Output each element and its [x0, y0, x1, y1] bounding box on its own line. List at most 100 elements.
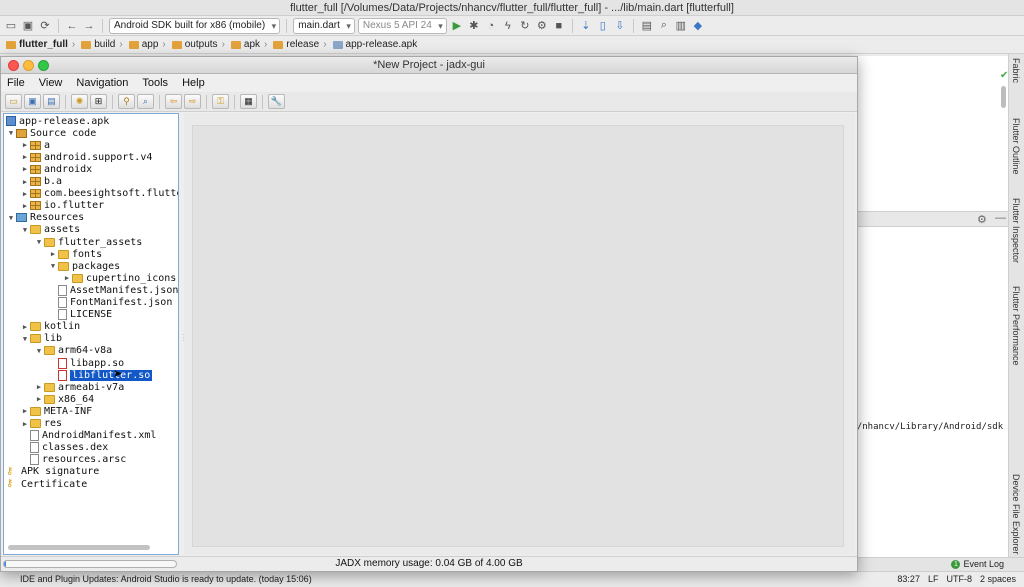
tree-node[interactable]: ▼ assets — [20, 224, 80, 236]
text-search-button[interactable]: ⚲ — [118, 94, 135, 109]
class-search-button[interactable]: ⌕ — [137, 94, 154, 109]
line-separator[interactable]: LF — [928, 572, 939, 587]
expanded-arrow-icon[interactable]: ▼ — [6, 129, 16, 137]
tab-flutter-performance[interactable]: Flutter Performance — [1011, 286, 1021, 366]
tree-node[interactable]: LICENSE — [48, 309, 112, 321]
run-config-selector[interactable]: main.dart — [293, 17, 355, 34]
menu-file[interactable]: File — [7, 77, 25, 89]
back-arrow-icon[interactable]: ← — [65, 19, 79, 33]
tree-node[interactable]: ▶ b.a — [20, 176, 62, 188]
avd-selector[interactable]: Nexus 5 API 24 — [357, 17, 447, 34]
tree-node[interactable]: ▶ x86_64 — [34, 393, 94, 405]
tree-node[interactable]: ▼ lib — [20, 333, 62, 345]
event-log-button[interactable]: 1 Event Log — [951, 559, 1004, 569]
save-all-button[interactable]: ▣ — [24, 94, 41, 109]
window-zoom-button[interactable] — [38, 60, 49, 71]
expanded-arrow-icon[interactable]: ▼ — [34, 238, 44, 246]
tree-node[interactable]: ▶ kotlin — [20, 321, 80, 333]
avd-manager-icon[interactable]: ▯ — [596, 19, 610, 33]
tree-node[interactable]: ▼ Source code — [6, 127, 96, 139]
expanded-arrow-icon[interactable]: ▼ — [6, 214, 16, 222]
deobfuscation-button[interactable]: ⚿ — [212, 94, 229, 109]
export-button[interactable]: ▤ — [43, 94, 60, 109]
tab-flutter-outline[interactable]: Flutter Outline — [1011, 118, 1021, 175]
collapsed-arrow-icon[interactable]: ▶ — [20, 178, 30, 186]
window-minimize-button[interactable] — [23, 60, 34, 71]
tree-node[interactable]: ▶ res — [20, 418, 62, 430]
collapsed-arrow-icon[interactable]: ▶ — [20, 420, 30, 428]
forward-button[interactable]: ⇨ — [184, 94, 201, 109]
tree-node[interactable]: AssetManifest.json — [48, 284, 178, 296]
breadcrumb-item[interactable]: flutter_full › — [6, 39, 75, 50]
expanded-arrow-icon[interactable]: ▼ — [20, 335, 30, 343]
open-folder-icon[interactable]: ▭ — [4, 19, 18, 33]
flatten-packages-button[interactable]: ⊞ — [90, 94, 107, 109]
tree-node[interactable]: FontManifest.json — [48, 297, 172, 309]
editor-area[interactable] — [858, 56, 1008, 211]
menu-tools[interactable]: Tools — [142, 77, 168, 89]
stop-icon[interactable]: ■ — [552, 19, 566, 33]
code-view-area[interactable] — [184, 113, 855, 555]
window-close-button[interactable] — [8, 60, 19, 71]
breadcrumb-item[interactable]: apk › — [230, 39, 267, 50]
tree-node[interactable]: ▼ Resources — [6, 212, 84, 224]
save-icon[interactable]: ▣ — [21, 19, 35, 33]
tree-node[interactable]: ▶ fonts — [48, 248, 102, 260]
menu-view[interactable]: View — [39, 77, 63, 89]
tab-fabric[interactable]: Fabric — [1011, 58, 1021, 83]
structure-icon[interactable]: ▥ — [674, 19, 688, 33]
tree-node[interactable]: ▶ io.flutter — [20, 200, 104, 212]
tree-horizontal-scrollbar[interactable] — [8, 545, 150, 550]
open-file-button[interactable]: ▭ — [5, 94, 22, 109]
tab-flutter-inspector[interactable]: Flutter Inspector — [1011, 198, 1021, 263]
tree-node[interactable]: libflutter.so — [48, 369, 153, 381]
tree-node[interactable]: ▶ com.beesightsoft.flutte — [20, 188, 178, 200]
tree-node[interactable]: resources.arsc — [20, 454, 126, 466]
layout-inspector-icon[interactable]: ▤ — [640, 19, 654, 33]
tree-node[interactable]: ▼ flutter_assets — [34, 236, 142, 248]
tree-node[interactable]: ⚷ Certificate — [6, 478, 87, 490]
sync-icon[interactable]: ⟳ — [38, 19, 52, 33]
back-button[interactable]: ⇦ — [165, 94, 182, 109]
collapsed-arrow-icon[interactable]: ▶ — [62, 274, 72, 282]
sync-tree-button[interactable]: ✺ — [71, 94, 88, 109]
tree-node[interactable]: ▶ cupertino_icons — [62, 272, 176, 284]
tree-node[interactable]: AndroidManifest.xml — [20, 430, 156, 442]
breadcrumb-item[interactable]: outputs › — [171, 39, 225, 50]
tree-node[interactable]: ▶ armeabi-v7a — [34, 381, 124, 393]
file-encoding[interactable]: UTF-8 — [946, 572, 972, 587]
tree-node[interactable]: app-release.apk — [6, 115, 109, 127]
run-console[interactable] — [858, 227, 1008, 557]
debug-icon[interactable]: ✱ — [467, 19, 481, 33]
indent-setting[interactable]: 2 spaces — [980, 572, 1016, 587]
collapsed-arrow-icon[interactable]: ▶ — [20, 153, 30, 161]
tree-node[interactable]: ⚷ APK signature — [6, 466, 99, 478]
breadcrumb-item[interactable]: release › — [273, 39, 327, 50]
gradle-sync-icon[interactable]: ⇣ — [579, 19, 593, 33]
menu-help[interactable]: Help — [182, 77, 205, 89]
run-icon[interactable]: ▶ — [450, 19, 464, 33]
collapsed-arrow-icon[interactable]: ▶ — [20, 190, 30, 198]
device-selector[interactable]: Android SDK built for x86 (mobile) — [109, 17, 281, 34]
collapsed-arrow-icon[interactable]: ▶ — [20, 141, 30, 149]
sdk-manager-icon[interactable]: ⇩ — [613, 19, 627, 33]
tree-node[interactable]: ▶ a — [20, 139, 50, 151]
tree-node[interactable]: ▼ arm64-v8a — [34, 345, 112, 357]
collapsed-arrow-icon[interactable]: ▶ — [20, 165, 30, 173]
jadx-titlebar[interactable]: *New Project - jadx-gui — [1, 57, 857, 74]
menu-navigation[interactable]: Navigation — [76, 77, 128, 89]
hot-reload-icon[interactable]: ϟ — [501, 19, 515, 33]
tree-node[interactable]: classes.dex — [20, 442, 108, 454]
expanded-arrow-icon[interactable]: ▼ — [20, 226, 30, 234]
tree-node[interactable]: ▼ packages — [48, 260, 120, 272]
editor-scrollbar[interactable] — [1001, 86, 1006, 108]
attach-debugger-icon[interactable]: ⚙ — [535, 19, 549, 33]
tree-node[interactable]: ▶ androidx — [20, 163, 92, 175]
gear-icon[interactable]: ⚙ — [977, 213, 987, 226]
collapsed-arrow-icon[interactable]: ▶ — [20, 202, 30, 210]
flutter-icon[interactable]: ◆ — [691, 19, 705, 33]
collapsed-arrow-icon[interactable]: ▶ — [20, 323, 30, 331]
tree-node[interactable]: ▶ android.support.v4 — [20, 151, 152, 163]
hot-restart-icon[interactable]: ↻ — [518, 19, 532, 33]
collapsed-arrow-icon[interactable]: ▶ — [34, 395, 44, 403]
